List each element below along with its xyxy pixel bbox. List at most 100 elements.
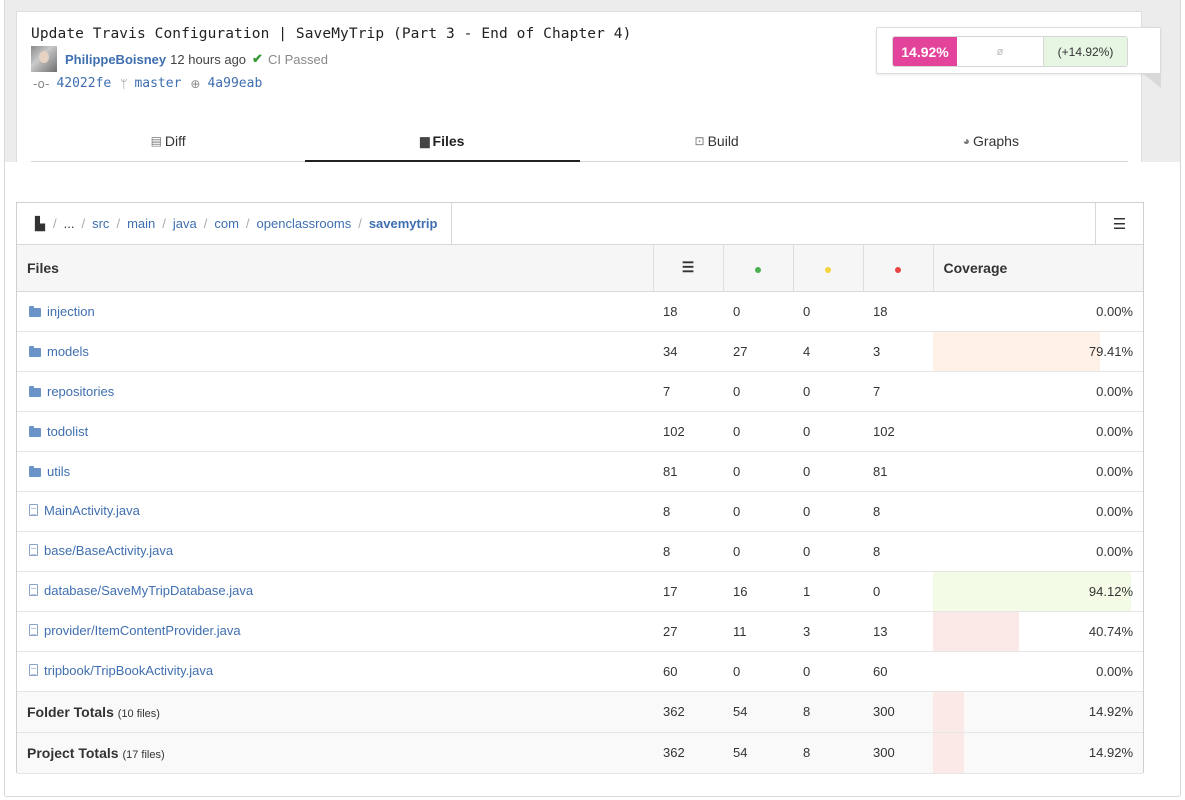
repo-icon[interactable]: ▙ (35, 216, 45, 232)
breadcrumb-openclassrooms[interactable]: openclassrooms (257, 216, 352, 231)
lines-cell: 102 (653, 411, 723, 452)
breadcrumb-java[interactable]: java (173, 216, 197, 231)
totals-label: Project Totals (27, 744, 119, 761)
coverage-value: 94.12% (1088, 583, 1133, 599)
coverage-value: 0.00% (1096, 303, 1133, 319)
tab-label: Files (432, 132, 465, 149)
totals-label-cell: Project Totals (17 files) (17, 732, 653, 774)
coverage-value: 79.41% (1088, 343, 1133, 359)
totals-file-count: (17 files) (122, 748, 165, 761)
hits-cell: 54 (723, 732, 793, 774)
hits-cell: 16 (723, 571, 793, 612)
breadcrumb-main[interactable]: main (127, 216, 155, 231)
misses-cell: 18 (863, 291, 933, 332)
folder-icon (29, 465, 41, 477)
folder-link[interactable]: utils (29, 464, 70, 479)
list-view-toggle-button[interactable]: ☰ (1095, 203, 1143, 244)
table-row: models 34 27 4 3 79.41% (17, 331, 1143, 372)
file-icon (29, 624, 38, 637)
tab-graphs[interactable]: ◕ Graphs (854, 120, 1128, 161)
lines-icon: ☰ (681, 259, 695, 276)
commit-meta: -o- 42022fe ᛘ master ⊕ 4a99eab (33, 76, 271, 91)
hit-dot-icon (755, 266, 761, 273)
build-icon: ⊡ (694, 133, 705, 148)
hits-cell: 0 (723, 291, 793, 332)
file-link[interactable]: MainActivity.java (29, 503, 140, 518)
files-column-header[interactable]: Files (17, 245, 653, 292)
partial-dot-icon (825, 266, 831, 273)
folder-link[interactable]: injection (29, 304, 95, 319)
coverage-cell: 0.00% (933, 491, 1143, 532)
tab-label: Diff (164, 132, 186, 149)
folder-icon (29, 425, 41, 437)
file-name: repositories (47, 383, 115, 399)
lines-cell: 8 (653, 491, 723, 532)
ci-status: CI Passed (267, 51, 328, 67)
coverage-value: 0.00% (1096, 663, 1133, 679)
tab-files[interactable]: ▆ Files (305, 120, 580, 162)
hits-cell: 0 (723, 451, 793, 492)
breadcrumb-savemytrip: savemytrip (368, 216, 438, 231)
breadcrumb-separator: / (245, 216, 250, 231)
coverage-value: 0.00% (1096, 383, 1133, 399)
partials-cell: 1 (793, 571, 863, 612)
partials-cell: 3 (793, 611, 863, 652)
misses-column-header[interactable] (862, 245, 933, 292)
pie-chart-icon: ◕ (962, 133, 971, 148)
file-link[interactable]: tripbook/TripBookActivity.java (29, 663, 213, 678)
diff-icon: ▤ (150, 133, 162, 148)
coverage-total-badge[interactable]: 14.92% (893, 37, 957, 66)
totals-label-cell: Folder Totals (10 files) (17, 690, 653, 733)
lines-cell: 7 (653, 371, 723, 412)
misses-cell: 102 (863, 411, 933, 452)
lines-cell: 18 (653, 291, 723, 332)
tab-diff[interactable]: ▤ Diff (31, 120, 305, 161)
folder-link[interactable]: todolist (29, 424, 88, 439)
breadcrumb-separator: / (116, 216, 121, 231)
file-cell: models (17, 331, 653, 372)
coverage-column-header[interactable]: Coverage (932, 245, 1143, 292)
file-link[interactable]: base/BaseActivity.java (29, 543, 173, 558)
breadcrumb-com[interactable]: com (214, 216, 239, 231)
partials-cell: 4 (793, 331, 863, 372)
file-link[interactable]: provider/ItemContentProvider.java (29, 623, 241, 638)
lines-column-header[interactable]: ☰ (652, 245, 723, 292)
partials-cell: 0 (793, 291, 863, 332)
misses-cell: 0 (863, 571, 933, 612)
author-link[interactable]: PhilippeBoisney (65, 52, 166, 67)
folder-link[interactable]: repositories (29, 384, 114, 399)
commit-title: Update Travis Configuration | SaveMyTrip… (31, 26, 632, 42)
totals-file-count: (10 files) (117, 707, 160, 720)
tab-build[interactable]: ⊡ Build (580, 120, 854, 161)
parent-commit-icon: ⊕ (190, 76, 201, 91)
avatar[interactable] (31, 46, 57, 72)
tab-label: Graphs (973, 132, 1019, 149)
coverage-value: 0.00% (1096, 463, 1133, 479)
file-icon (29, 584, 38, 597)
table-header-row: Files ☰ Coverage (17, 245, 1143, 292)
misses-cell: 8 (863, 531, 933, 572)
branch-link[interactable]: master (134, 76, 181, 91)
hits-cell: 54 (723, 690, 793, 733)
partials-cell: 0 (793, 451, 863, 492)
folder-link[interactable]: models (29, 344, 89, 359)
breadcrumb-separator: / (358, 216, 362, 231)
file-link[interactable]: database/SaveMyTripDatabase.java (29, 583, 253, 598)
breadcrumb-src[interactable]: src (92, 216, 109, 231)
partials-cell: 0 (793, 411, 863, 452)
coverage-box-corner (1142, 73, 1161, 88)
folder-icon (29, 345, 41, 357)
parent-sha-link[interactable]: 4a99eab (207, 76, 262, 91)
partials-column-header[interactable] (792, 245, 863, 292)
hits-cell: 0 (723, 411, 793, 452)
misses-cell: 7 (863, 371, 933, 412)
table-row: database/SaveMyTripDatabase.java 17 16 1 0 94… (17, 571, 1143, 612)
commit-sha-link[interactable]: 42022fe (56, 76, 111, 91)
file-name: utils (47, 463, 71, 479)
coverage-cell: 14.92% (933, 690, 1143, 733)
hits-column-header[interactable] (722, 245, 793, 292)
breadcrumb-ellipsis[interactable]: ... (64, 216, 75, 231)
file-cell: utils (17, 451, 653, 492)
coverage-cell: 0.00% (933, 451, 1143, 492)
breadcrumb-bar: ▙ / ... / src / main / java / com / open… (17, 203, 1143, 245)
